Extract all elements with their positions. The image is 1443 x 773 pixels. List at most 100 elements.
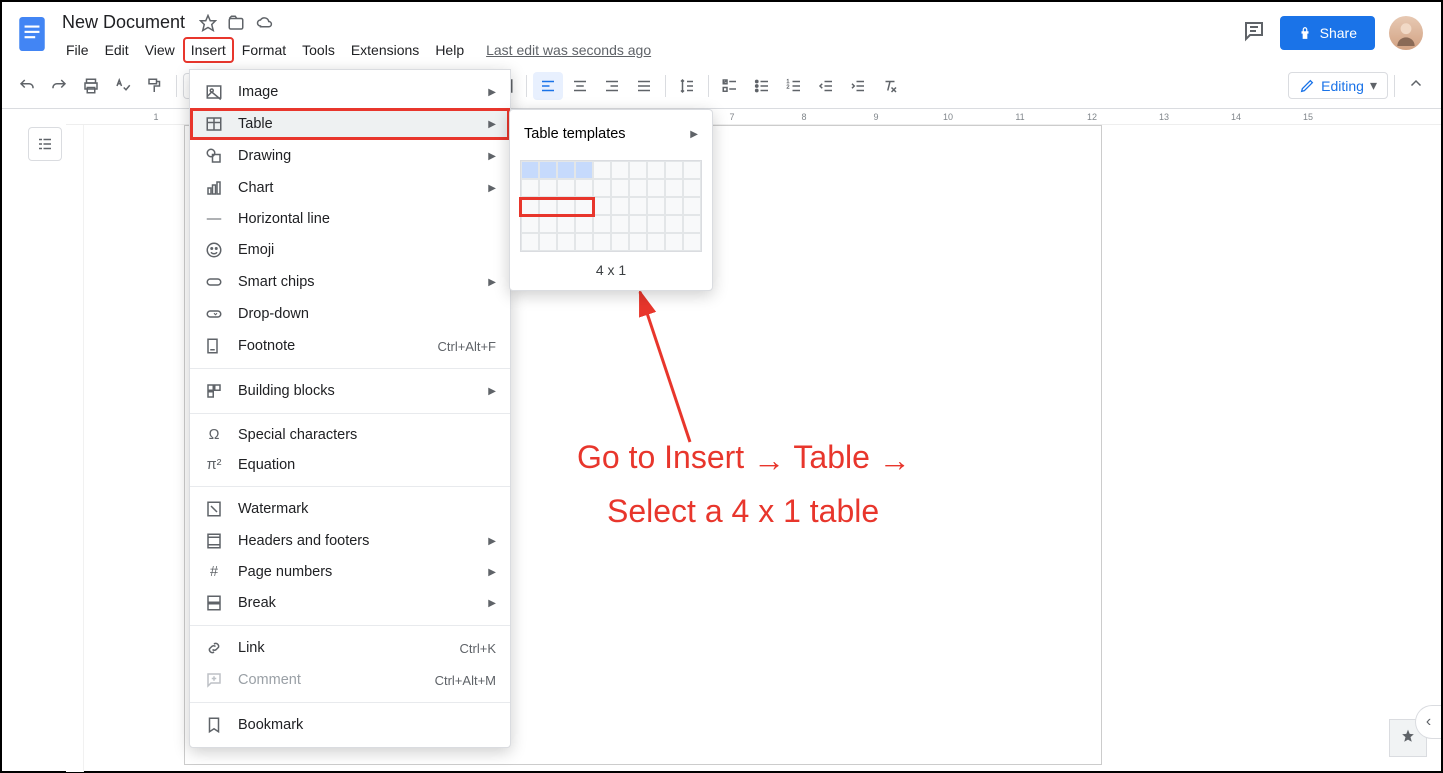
clear-formatting-button[interactable] xyxy=(875,72,905,100)
collapse-toolbar-icon[interactable] xyxy=(1401,69,1431,102)
table-grid-cell[interactable] xyxy=(557,233,575,251)
table-grid-cell[interactable] xyxy=(521,233,539,251)
table-grid-cell[interactable] xyxy=(665,161,683,179)
checklist-button[interactable] xyxy=(715,72,745,100)
table-grid-cell[interactable] xyxy=(593,179,611,197)
insert-watermark-item[interactable]: Watermark xyxy=(190,493,510,525)
table-grid-cell[interactable] xyxy=(521,215,539,233)
table-grid-cell[interactable] xyxy=(521,161,539,179)
table-grid-cell[interactable] xyxy=(665,233,683,251)
table-grid-cell[interactable] xyxy=(611,233,629,251)
docs-logo[interactable] xyxy=(14,10,50,58)
insert-smart-chips-item[interactable]: Smart chips▶ xyxy=(190,266,510,298)
menu-edit[interactable]: Edit xyxy=(97,37,137,63)
menu-help[interactable]: Help xyxy=(427,37,472,63)
undo-button[interactable] xyxy=(12,72,42,100)
insert-link-item[interactable]: LinkCtrl+K xyxy=(190,632,510,664)
table-grid-cell[interactable] xyxy=(629,233,647,251)
move-icon[interactable] xyxy=(227,14,245,32)
document-title[interactable]: New Document xyxy=(58,10,189,35)
table-grid-cell[interactable] xyxy=(539,161,557,179)
table-grid-cell[interactable] xyxy=(629,215,647,233)
outline-toggle-icon[interactable] xyxy=(28,127,62,161)
insert-drawing-item[interactable]: Drawing▶ xyxy=(190,140,510,172)
table-grid-cell[interactable] xyxy=(539,179,557,197)
insert-building-blocks-item[interactable]: Building blocks▶ xyxy=(190,375,510,407)
table-grid-cell[interactable] xyxy=(611,179,629,197)
table-grid-cell[interactable] xyxy=(665,197,683,215)
table-grid-cell[interactable] xyxy=(575,179,593,197)
insert-emoji-item[interactable]: Emoji xyxy=(190,234,510,266)
table-grid-cell[interactable] xyxy=(647,233,665,251)
table-grid-cell[interactable] xyxy=(629,161,647,179)
table-grid-cell[interactable] xyxy=(575,233,593,251)
table-grid-cell[interactable] xyxy=(647,215,665,233)
table-grid-cell[interactable] xyxy=(611,215,629,233)
menu-file[interactable]: File xyxy=(58,37,97,63)
paint-format-button[interactable] xyxy=(140,72,170,100)
last-edit-link[interactable]: Last edit was seconds ago xyxy=(486,42,651,58)
table-grid-cell[interactable] xyxy=(665,179,683,197)
table-grid-cell[interactable] xyxy=(539,197,557,215)
insert-break-item[interactable]: Break▶ xyxy=(190,587,510,619)
table-grid-cell[interactable] xyxy=(593,197,611,215)
table-templates-item[interactable]: Table templates▶ xyxy=(510,116,712,152)
table-grid-cell[interactable] xyxy=(665,215,683,233)
table-size-grid[interactable] xyxy=(520,160,702,252)
table-grid-cell[interactable] xyxy=(557,161,575,179)
numbered-list-button[interactable]: 12 xyxy=(779,72,809,100)
table-grid-cell[interactable] xyxy=(647,197,665,215)
table-grid-cell[interactable] xyxy=(557,179,575,197)
table-grid-cell[interactable] xyxy=(647,179,665,197)
insert-table-item[interactable]: Table▶ xyxy=(190,108,510,140)
insert-headers-footers-item[interactable]: Headers and footers▶ xyxy=(190,525,510,557)
insert-special-chars-item[interactable]: ΩSpecial characters xyxy=(190,420,510,450)
bulleted-list-button[interactable] xyxy=(747,72,777,100)
align-left-button[interactable] xyxy=(533,72,563,100)
table-grid-cell[interactable] xyxy=(683,179,701,197)
show-side-panel-icon[interactable]: ‹ xyxy=(1415,705,1441,739)
account-avatar[interactable] xyxy=(1389,16,1423,50)
insert-dropdown-item[interactable]: Drop-down xyxy=(190,298,510,330)
insert-bookmark-item[interactable]: Bookmark xyxy=(190,709,510,741)
align-right-button[interactable] xyxy=(597,72,627,100)
table-grid-cell[interactable] xyxy=(683,233,701,251)
table-grid-cell[interactable] xyxy=(539,215,557,233)
table-grid-cell[interactable] xyxy=(575,215,593,233)
insert-footnote-item[interactable]: FootnoteCtrl+Alt+F xyxy=(190,330,510,362)
table-grid-cell[interactable] xyxy=(539,233,557,251)
insert-image-item[interactable]: Image▶ xyxy=(190,76,510,108)
table-grid-cell[interactable] xyxy=(557,215,575,233)
table-grid-cell[interactable] xyxy=(521,197,539,215)
insert-page-numbers-item[interactable]: #Page numbers▶ xyxy=(190,557,510,587)
share-button[interactable]: Share xyxy=(1280,16,1375,50)
redo-button[interactable] xyxy=(44,72,74,100)
table-grid-cell[interactable] xyxy=(593,215,611,233)
table-grid-cell[interactable] xyxy=(593,161,611,179)
menu-view[interactable]: View xyxy=(137,37,183,63)
spellcheck-button[interactable] xyxy=(108,72,138,100)
menu-tools[interactable]: Tools xyxy=(294,37,343,63)
table-grid-cell[interactable] xyxy=(557,197,575,215)
table-grid-cell[interactable] xyxy=(629,197,647,215)
mode-selector[interactable]: Editing ▾ xyxy=(1288,72,1388,99)
table-grid-cell[interactable] xyxy=(683,215,701,233)
cloud-status-icon[interactable] xyxy=(255,14,275,32)
align-justify-button[interactable] xyxy=(629,72,659,100)
menu-insert[interactable]: Insert xyxy=(183,37,234,63)
menu-format[interactable]: Format xyxy=(234,37,294,63)
table-grid-cell[interactable] xyxy=(647,161,665,179)
comments-icon[interactable] xyxy=(1242,19,1266,48)
table-grid-cell[interactable] xyxy=(611,161,629,179)
table-grid-cell[interactable] xyxy=(575,197,593,215)
increase-indent-button[interactable] xyxy=(843,72,873,100)
table-grid-cell[interactable] xyxy=(521,179,539,197)
print-button[interactable] xyxy=(76,72,106,100)
menu-extensions[interactable]: Extensions xyxy=(343,37,427,63)
table-grid-cell[interactable] xyxy=(575,161,593,179)
table-grid-cell[interactable] xyxy=(683,161,701,179)
table-grid-cell[interactable] xyxy=(611,197,629,215)
table-grid-cell[interactable] xyxy=(593,233,611,251)
table-grid-cell[interactable] xyxy=(629,179,647,197)
table-grid-cell[interactable] xyxy=(683,197,701,215)
